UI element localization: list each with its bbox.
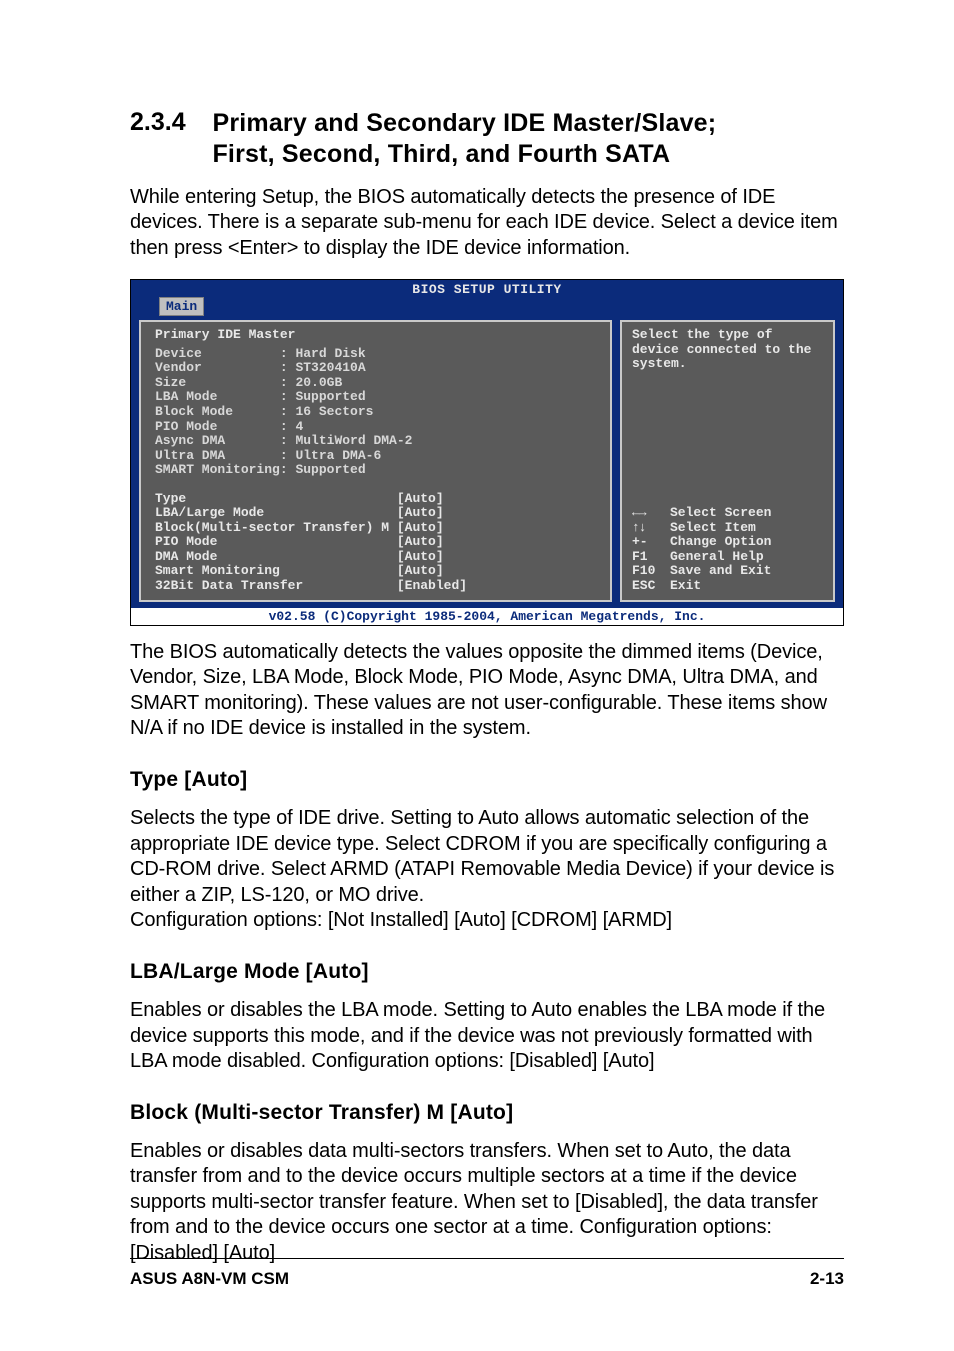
bios-info-row: Ultra DMA : Ultra DMA-6 [155, 448, 381, 463]
footer-right: 2-13 [810, 1269, 844, 1289]
section-number: 2.3.4 [130, 108, 208, 137]
esc-key: ESC [632, 579, 670, 594]
bios-info-row: Block Mode : 16 Sectors [155, 404, 373, 419]
f10-key: F10 [632, 564, 670, 579]
bios-info-row: Vendor : ST320410A [155, 360, 366, 375]
page-footer: ASUS A8N-VM CSM 2-13 [130, 1258, 844, 1289]
bios-info-row: Size : 20.0GB [155, 375, 342, 390]
bios-setting-row[interactable]: Block(Multi-sector Transfer) M [Auto] [155, 521, 596, 536]
bios-right-panel: Select the type of device connected to t… [620, 320, 835, 601]
intro-paragraph: While entering Setup, the BIOS automatic… [130, 185, 844, 262]
left-right-arrow-icon: ←→ [632, 506, 670, 521]
sub-body-block: Enables or disables data multi-sectors t… [130, 1139, 844, 1267]
bios-screenshot: BIOS SETUP UTILITY Main Primary IDE Mast… [130, 279, 844, 625]
bios-setting-row[interactable]: Smart Monitoring [Auto] [155, 564, 596, 579]
section-header: 2.3.4 Primary and Secondary IDE Master/S… [130, 108, 844, 171]
bios-setting-row[interactable]: LBA/Large Mode [Auto] [155, 506, 596, 521]
bios-info-row: SMART Monitoring: Supported [155, 462, 366, 477]
plus-minus-icon: +- [632, 535, 670, 550]
bios-setting-row[interactable]: Type [Auto] [155, 492, 596, 507]
bios-info-row: LBA Mode : Supported [155, 389, 366, 404]
bios-panel-title: Primary IDE Master [155, 328, 596, 343]
up-down-arrow-icon: ↑↓ [632, 521, 670, 536]
bios-footer: v02.58 (C)Copyright 1985-2004, American … [131, 608, 843, 625]
bios-info-row: Device : Hard Disk [155, 346, 366, 361]
bios-help-text: Select the type of device connected to t… [632, 328, 823, 506]
bios-info-row: PIO Mode : 4 [155, 419, 303, 434]
bios-info-row: Async DMA : MultiWord DMA-2 [155, 433, 412, 448]
post-bios-paragraph: The BIOS automatically detects the value… [130, 640, 844, 742]
sub-body-type: Selects the type of IDE drive. Setting t… [130, 806, 844, 934]
bios-setting-row[interactable]: PIO Mode [Auto] [155, 535, 596, 550]
bios-tab-main[interactable]: Main [159, 297, 204, 316]
bios-setting-row[interactable]: 32Bit Data Transfer [Enabled] [155, 579, 596, 594]
bios-left-panel: Primary IDE Master Device : Hard Disk Ve… [139, 320, 612, 601]
bios-setting-row[interactable]: DMA Mode [Auto] [155, 550, 596, 565]
sub-body-lba: Enables or disables the LBA mode. Settin… [130, 998, 844, 1075]
subheading-type: Type [Auto] [130, 768, 844, 792]
subheading-block: Block (Multi-sector Transfer) M [Auto] [130, 1101, 844, 1125]
f1-key: F1 [632, 550, 670, 565]
subheading-lba: LBA/Large Mode [Auto] [130, 960, 844, 984]
section-title: Primary and Secondary IDE Master/Slave; … [212, 108, 716, 171]
footer-left: ASUS A8N-VM CSM [130, 1269, 289, 1289]
bios-header: BIOS SETUP UTILITY [131, 280, 843, 297]
bios-body: Primary IDE Master Device : Hard Disk Ve… [131, 316, 843, 607]
bios-nav: ←→Select Screen ↑↓Select Item +-Change O… [632, 506, 823, 593]
bios-tabs: Main [131, 297, 843, 316]
